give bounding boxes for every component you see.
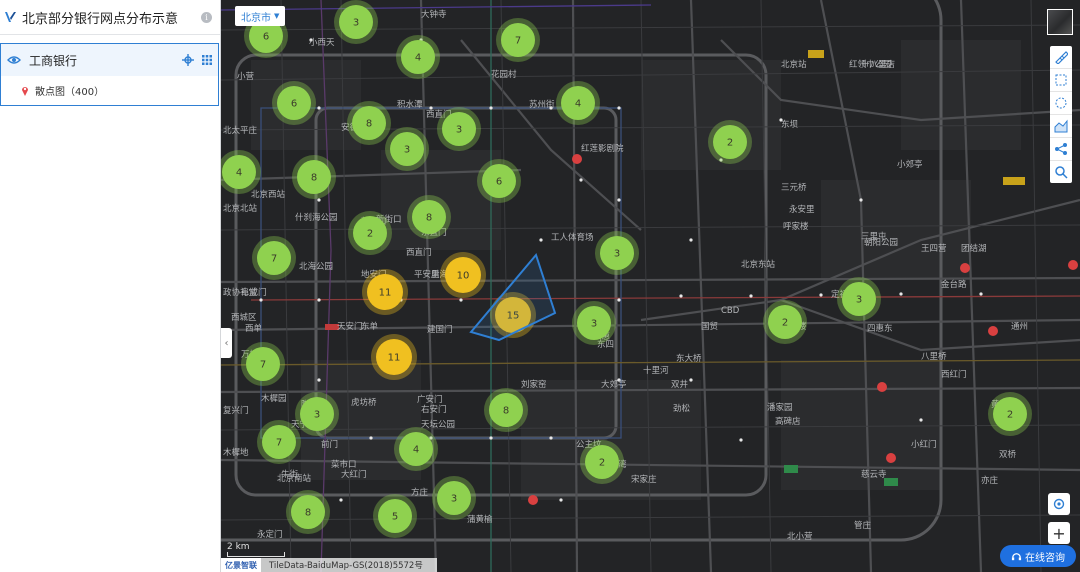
cluster-count: 3 xyxy=(404,145,410,156)
cluster-count: 15 xyxy=(507,311,520,322)
chevron-down-icon: ▼ xyxy=(274,12,280,20)
cluster-count: 7 xyxy=(260,360,266,371)
scale-label: 2 km xyxy=(227,542,250,552)
cluster-count: 4 xyxy=(575,99,581,110)
chart-tool[interactable] xyxy=(1050,115,1072,138)
cluster-count: 3 xyxy=(856,295,862,306)
cluster-count: 4 xyxy=(236,168,242,179)
city-select-value: 北京市 xyxy=(241,12,271,24)
cluster-count: 2 xyxy=(1007,410,1013,421)
layer-name: 工商银行 xyxy=(29,53,78,68)
consult-button[interactable]: 在线咨询 xyxy=(1000,545,1076,567)
cluster-count: 3 xyxy=(314,410,320,421)
consult-label: 在线咨询 xyxy=(1025,552,1065,564)
cluster-layer: 3 6 4 7 6 8 3 3 4 2 8 4 6 8 2 7 3 11 10 15 3 2 3 7 11 3 7 8 4 2 2 8 5 3 xyxy=(221,0,1032,538)
panel-header: 北京部分银行网点分布示意 i xyxy=(0,0,220,35)
city-select[interactable]: 北京市 ▼ xyxy=(235,6,286,26)
cluster-count: 5 xyxy=(392,512,398,523)
cluster-count: 11 xyxy=(379,288,392,299)
info-icon[interactable]: i xyxy=(201,11,212,23)
area-chart-icon xyxy=(1054,119,1068,133)
attribution: 亿景智联 TileData-BaiduMap-GS(2018)5572号 xyxy=(221,558,437,572)
ruler-icon xyxy=(1055,51,1068,64)
crosshair-icon[interactable] xyxy=(182,54,194,66)
cluster-count: 3 xyxy=(614,249,620,260)
search-icon xyxy=(1055,166,1068,179)
cluster-count: 2 xyxy=(367,229,373,240)
cluster-count: 7 xyxy=(276,438,282,449)
circle-select-icon xyxy=(1055,97,1067,109)
logo-icon xyxy=(5,12,16,22)
basemap-switcher[interactable] xyxy=(1047,9,1073,35)
search-tool[interactable] xyxy=(1050,161,1072,183)
scale-bar: 2 km xyxy=(227,542,285,557)
cluster-count: 3 xyxy=(353,18,359,29)
scale-line xyxy=(227,552,285,557)
locate-button[interactable] xyxy=(1048,493,1070,515)
locate-icon xyxy=(1053,498,1065,510)
cluster-count: 8 xyxy=(426,213,432,224)
attribution-text: TileData-BaiduMap-GS(2018)5572号 xyxy=(269,561,423,571)
cluster-count: 3 xyxy=(451,494,457,505)
map-canvas[interactable]: 小西天大钟寺积水潭花园村小营北太平庄安德里北街北京西站苏州街西直门红莲影剧院北京… xyxy=(221,0,1080,572)
cluster-count: 7 xyxy=(515,36,521,47)
cluster-count: 6 xyxy=(263,32,269,43)
layer-item-icbc[interactable]: 工商银行 散点图（400） xyxy=(0,43,219,106)
layer-panel: 北京部分银行网点分布示意 i 工商银行 散点图（400） xyxy=(0,0,221,572)
eye-icon[interactable] xyxy=(7,55,21,65)
zoom-in-button[interactable]: + xyxy=(1048,522,1070,544)
cluster-count: 4 xyxy=(415,53,421,64)
headset-icon xyxy=(1011,552,1022,560)
cluster-count: 8 xyxy=(311,173,317,184)
panel-title: 北京部分银行网点分布示意 xyxy=(22,11,179,27)
ruler-tool[interactable] xyxy=(1050,46,1072,69)
sublayer-label: 散点图（400） xyxy=(35,87,105,98)
area-tool[interactable] xyxy=(1050,69,1072,92)
circle-tool[interactable] xyxy=(1050,92,1072,115)
map-pin-icon xyxy=(22,87,28,96)
cluster-count: 8 xyxy=(503,406,509,417)
grid-icon[interactable] xyxy=(202,55,212,65)
share-icon xyxy=(1055,143,1067,155)
share-tool[interactable] xyxy=(1050,138,1072,161)
cluster-count: 10 xyxy=(457,271,470,282)
brand-logo: 亿景智联 xyxy=(221,558,261,572)
collapse-panel-button[interactable]: ‹ xyxy=(221,328,232,358)
cluster-count: 8 xyxy=(366,119,372,130)
sublayer-scatter[interactable]: 散点图（400） xyxy=(1,76,218,105)
cluster-count: 4 xyxy=(413,445,419,456)
layer-main-row[interactable]: 工商银行 xyxy=(1,44,218,76)
cluster-count: 3 xyxy=(456,125,462,136)
cluster-count: 8 xyxy=(305,508,311,519)
map-toolbar xyxy=(1050,46,1072,183)
polygon-select-icon xyxy=(1055,74,1067,86)
cluster-count: 2 xyxy=(727,138,733,149)
cluster-count: 2 xyxy=(599,458,605,469)
cluster-count: 6 xyxy=(291,99,297,110)
cluster-count: 11 xyxy=(388,353,401,364)
cluster-count: 3 xyxy=(591,319,597,330)
cluster-count: 6 xyxy=(496,177,502,188)
cluster-count: 7 xyxy=(271,254,277,265)
cluster-count: 2 xyxy=(782,318,788,329)
